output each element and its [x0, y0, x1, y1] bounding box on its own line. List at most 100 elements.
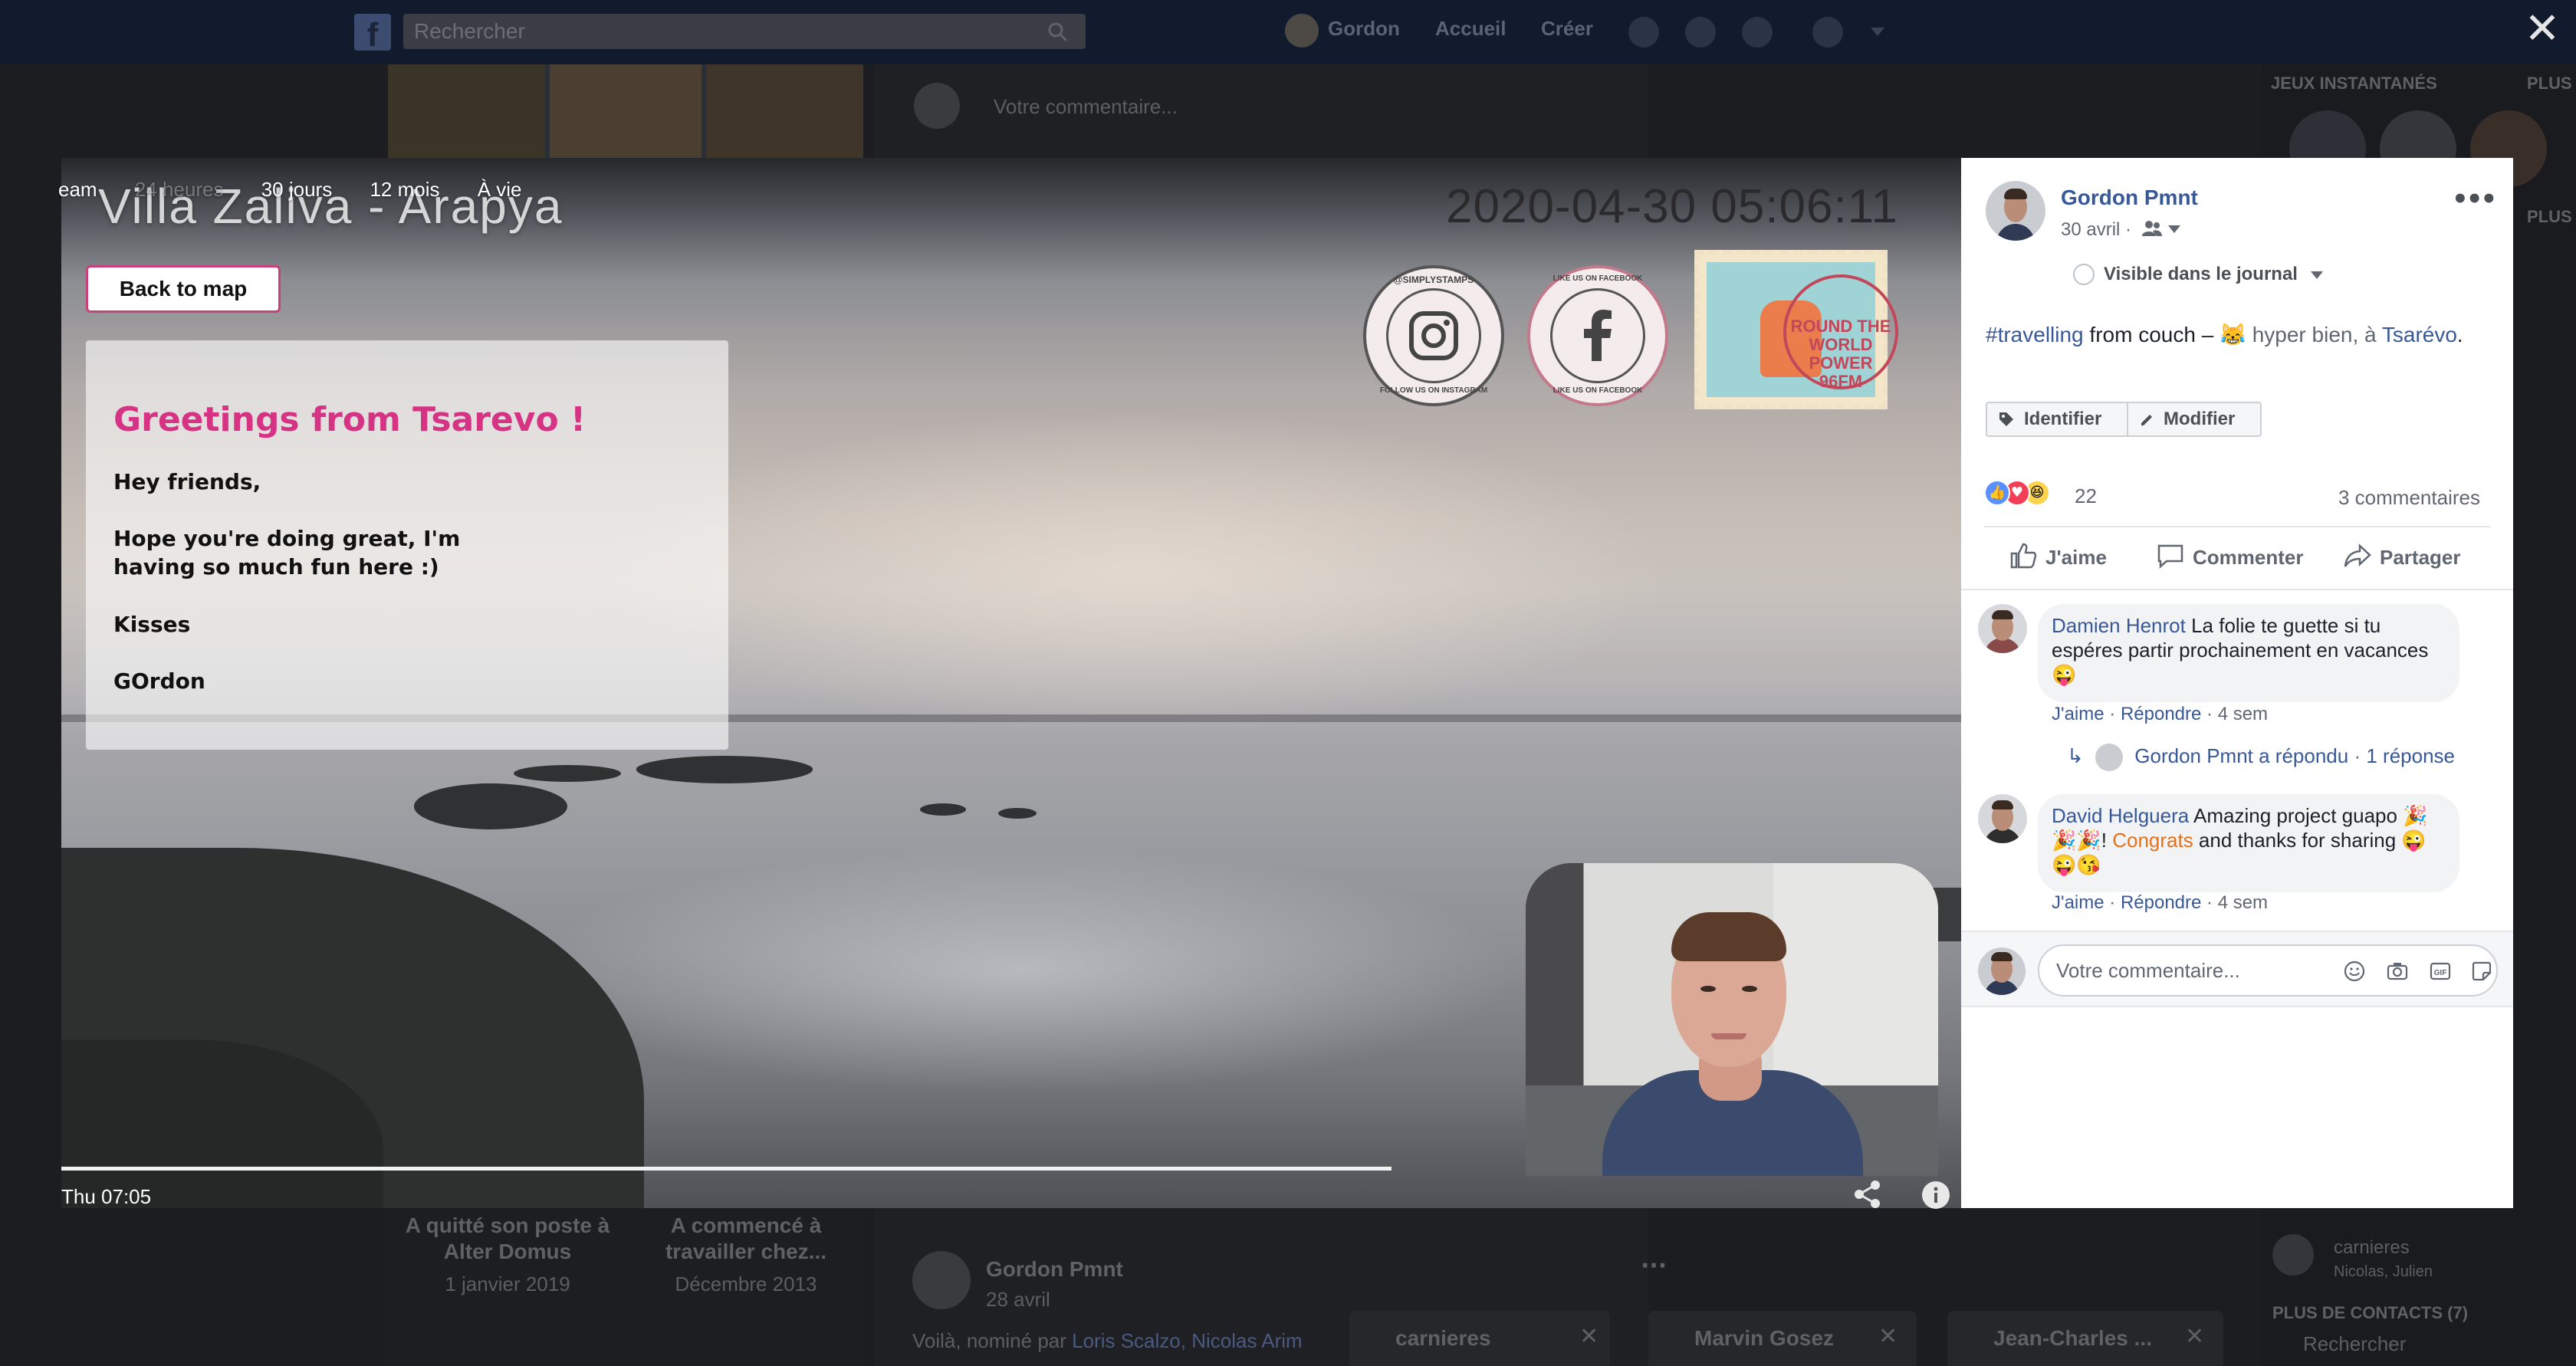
info-icon[interactable]: [1921, 1180, 1950, 1210]
greeting-line-4: GOrdon: [113, 668, 205, 694]
caption-end: .: [2456, 323, 2463, 346]
facebook-search-input[interactable]: [414, 14, 1043, 49]
hashtag-link[interactable]: #travelling: [1986, 323, 2084, 346]
comments-count[interactable]: 3 commentaires: [2338, 486, 2480, 510]
reply-count[interactable]: 1 réponse: [2366, 744, 2455, 767]
friend-requests-icon[interactable]: [1628, 17, 1659, 48]
bg-sidebar-search[interactable]: Rechercher: [2303, 1332, 2406, 1356]
author-avatar[interactable]: [1986, 181, 2045, 241]
nav-create[interactable]: Créer: [1541, 17, 1593, 41]
bg-comment-placeholder[interactable]: Votre commentaire...: [994, 95, 1178, 119]
post-date[interactable]: 30 avril ·: [2061, 219, 2131, 241]
visibility-label[interactable]: Visible dans le journal: [2104, 264, 2298, 285]
visible-radio-icon[interactable]: [2073, 264, 2095, 285]
highlight-word: Congrats: [2112, 829, 2193, 852]
facebook-logo-icon[interactable]: f: [354, 14, 391, 51]
comment-composer: GIF: [1961, 931, 2513, 1007]
search-icon[interactable]: [1047, 21, 1069, 43]
friends-audience-icon[interactable]: [2142, 219, 2162, 238]
webcam-overlay: [1526, 863, 1938, 1176]
comment-button[interactable]: Commenter: [2156, 544, 2303, 570]
sea-reflection: [521, 848, 1518, 1093]
comment-meta: J'aime · Répondre · 4 sem: [2052, 704, 2269, 724]
bg-games-more[interactable]: PLUS: [2527, 74, 2572, 94]
camera-icon[interactable]: [2386, 960, 2409, 983]
help-icon[interactable]: [1812, 17, 1843, 48]
close-icon[interactable]: ✕: [2524, 8, 2561, 51]
back-to-map-button[interactable]: Back to map: [86, 265, 281, 313]
postage-stamp[interactable]: ROUND THE WORLD POWER 96FM: [1694, 250, 1898, 409]
tab-24-heures[interactable]: 24 heures: [135, 178, 224, 201]
bg-chat-tab-1[interactable]: carnieres ✕: [1349, 1311, 1610, 1366]
postmark-text: ROUND THE WORLD POWER 96FM: [1790, 317, 1891, 391]
like-button[interactable]: J'aime: [2009, 543, 2107, 570]
bg-timeline-item-1: A quitté son poste à Alter Domus: [405, 1213, 610, 1263]
commenter-name[interactable]: Damien Henrot: [2052, 614, 2186, 637]
comment-reply-link[interactable]: Répondre: [2121, 704, 2201, 724]
tab-30-jours[interactable]: 30 jours: [261, 178, 333, 201]
bg-post-author[interactable]: Gordon Pmnt: [986, 1257, 1123, 1282]
reply-summary[interactable]: ↳ Gordon Pmnt a répondu · 1 réponse: [2067, 744, 2455, 771]
emoji-icon[interactable]: [2343, 960, 2366, 983]
comment-body: Damien Henrot La folie te guette si tu e…: [2052, 614, 2429, 686]
more-options-icon[interactable]: •••: [2452, 184, 2497, 215]
comment-input-box: GIF: [2038, 944, 2498, 997]
comment-body: David Helguera Amazing project guapo 🎉🎉🎉…: [2052, 804, 2428, 876]
commenter-avatar[interactable]: [1978, 794, 2027, 843]
comment-input[interactable]: [2056, 957, 2302, 984]
audience-caret-icon[interactable]: [2168, 225, 2180, 233]
facebook-stamp[interactable]: LIKE US ON FACEBOOK LIKE US ON FACEBOOK: [1527, 265, 1668, 406]
comment-time: 4 sem: [2217, 892, 2269, 913]
gif-icon[interactable]: GIF: [2429, 960, 2452, 983]
nav-home[interactable]: Accueil: [1435, 17, 1506, 41]
bg-contact-name[interactable]: carnieres: [2334, 1237, 2410, 1259]
bg-chat-tab-3[interactable]: Jean-Charles ... ✕: [1947, 1311, 2223, 1366]
bg-post-more-icon[interactable]: ···: [1641, 1253, 1667, 1279]
reaction-count[interactable]: 22: [2075, 484, 2097, 508]
tab-12-mois[interactable]: 12 mois: [370, 178, 439, 201]
bg-timeline-item-2-date: Décembre 2013: [675, 1272, 817, 1295]
top-avatar[interactable]: [1285, 14, 1319, 48]
messenger-icon[interactable]: [1685, 17, 1716, 48]
greeting-card: Greetings from Tsarevo ! Hey friends, Ho…: [86, 340, 728, 750]
comment-reply-link[interactable]: Répondre: [2121, 892, 2201, 913]
edit-button[interactable]: Modifier: [2127, 402, 2262, 437]
visibility-caret-icon[interactable]: [2311, 271, 2323, 279]
comment-bubble: Damien Henrot La folie te guette si tu e…: [2038, 604, 2459, 702]
bg-post-date: 28 avril: [986, 1288, 1050, 1311]
tab-team[interactable]: eam: [58, 178, 97, 201]
video-progress-bar[interactable]: [61, 1167, 1392, 1171]
share-button[interactable]: Partager: [2343, 543, 2461, 570]
bg-timeline-item-1-date: 1 janvier 2019: [445, 1272, 570, 1295]
bg-post-text: Voilà, nominé par Loris Scalzo, Nicolas …: [912, 1329, 1303, 1352]
commenter-name[interactable]: David Helguera: [2052, 804, 2189, 827]
sticker-icon[interactable]: [2470, 960, 2493, 983]
comment-like-link[interactable]: J'aime: [2052, 704, 2104, 724]
rock: [920, 803, 966, 816]
share-icon[interactable]: [1852, 1179, 1883, 1210]
instagram-stamp[interactable]: @SIMPLYSTAMPS FOLLOW US ON INSTAGRAM: [1363, 265, 1504, 406]
bg-more-2[interactable]: PLUS: [2527, 207, 2572, 227]
greeting-title: Greetings from Tsarevo !: [113, 400, 586, 439]
caption-text: from couch –: [2083, 323, 2220, 346]
bg-chat-tab-2[interactable]: Marvin Gosez ✕: [1648, 1311, 1917, 1366]
greeting-line-3: Kisses: [113, 612, 191, 637]
commenter-avatar[interactable]: [1978, 604, 2027, 653]
bg-contact-avatar[interactable]: [2272, 1234, 2314, 1276]
comment-like-link[interactable]: J'aime: [2052, 892, 2104, 913]
tab-a-vie[interactable]: À vie: [478, 178, 522, 201]
rock: [414, 783, 567, 829]
top-user-name[interactable]: Gordon: [1328, 17, 1400, 41]
reply-author-text[interactable]: Gordon Pmnt a répondu: [2134, 744, 2348, 767]
composer-avatar: [1978, 947, 2026, 995]
author-name[interactable]: Gordon Pmnt: [2061, 186, 2198, 210]
account-menu-caret-icon[interactable]: [1871, 28, 1884, 36]
place-link[interactable]: Tsarévo: [2382, 323, 2457, 346]
timeline-tabs: eam 24 heures 30 jours 12 mois À vie: [58, 178, 554, 202]
comment-bubble: David Helguera Amazing project guapo 🎉🎉🎉…: [2038, 794, 2459, 892]
datetime-display: 2020-04-30 05:06:11: [1446, 180, 1899, 233]
notifications-icon[interactable]: [1742, 17, 1773, 48]
tag-button[interactable]: Identifier: [1986, 402, 2128, 437]
bg-post-avatar: [912, 1251, 971, 1309]
facebook-search-bar: [403, 14, 1086, 49]
